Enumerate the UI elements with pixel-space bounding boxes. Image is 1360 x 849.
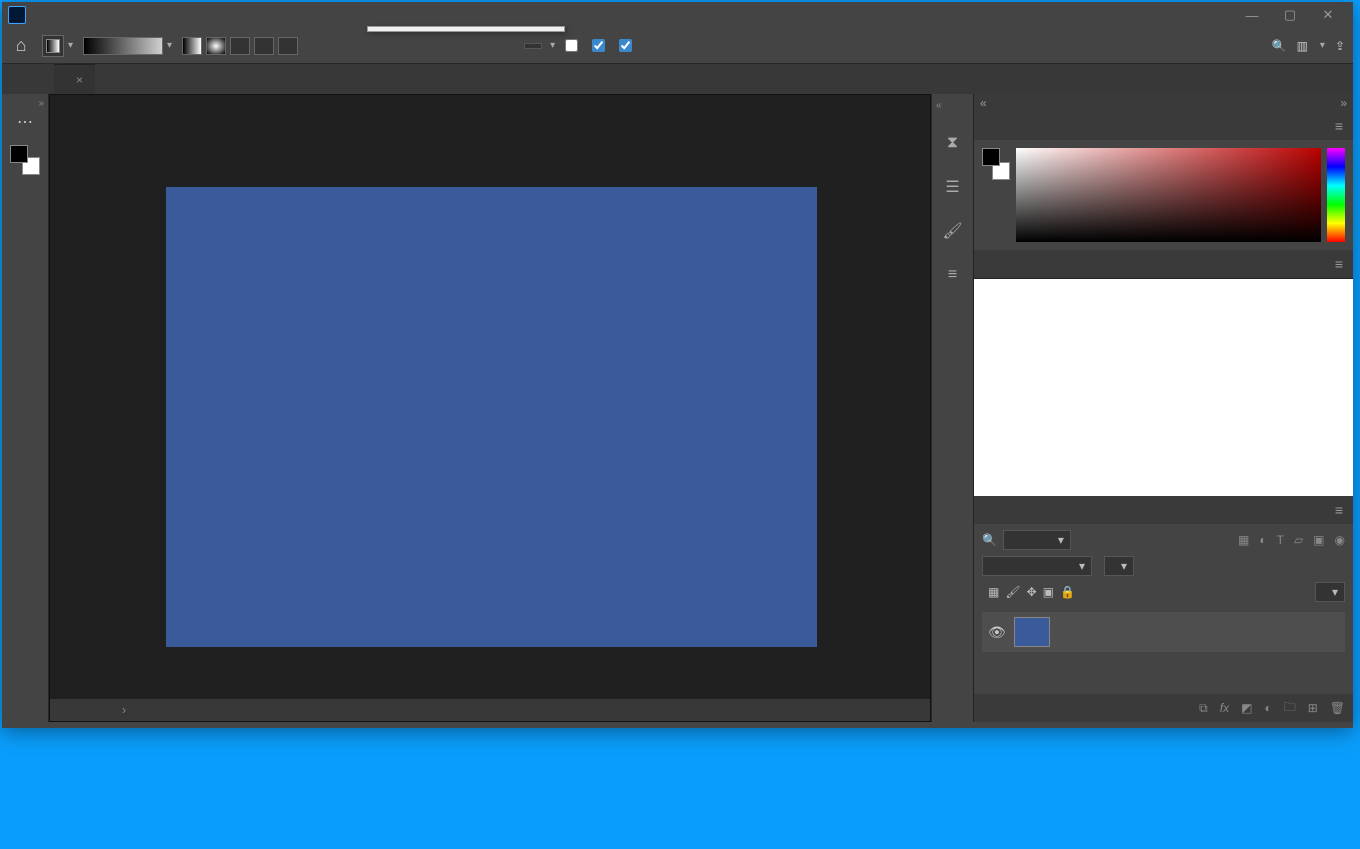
more-tools-icon[interactable]: ⋯ (8, 109, 42, 135)
layer-opacity[interactable]: ▾ (1104, 556, 1134, 576)
learn-panel-tabs: ≡ (974, 250, 1353, 278)
tools-toolbar: » ⋯ (2, 94, 49, 722)
search-icon[interactable]: 🔍 (1272, 39, 1287, 53)
chevron-right-icon[interactable]: › (122, 703, 126, 717)
panel-menu-icon[interactable]: ≡ (1329, 118, 1349, 134)
panel-fg-bg[interactable] (982, 148, 1010, 180)
learn-panel[interactable] (974, 278, 1353, 496)
hue-slider[interactable] (1327, 148, 1345, 242)
gradient-linear-icon[interactable] (182, 37, 202, 55)
gradient-reflected-icon[interactable] (254, 37, 274, 55)
fx-icon[interactable]: fx (1220, 701, 1229, 715)
chevron-down-icon[interactable]: ▾ (1320, 40, 1325, 51)
window-menu-dropdown (367, 26, 565, 32)
panel-menu-icon[interactable]: ≡ (1329, 256, 1349, 272)
trash-icon[interactable]: 🗑 (1330, 701, 1345, 715)
menu-bar: — ▢ ✕ (2, 2, 1353, 28)
lock-trans-icon[interactable]: ▦ (988, 585, 999, 599)
collapse-icon[interactable]: » (38, 98, 44, 109)
layer-fill[interactable]: ▾ (1315, 582, 1345, 602)
gradient-style-group (182, 37, 298, 55)
properties-icon[interactable]: ☰ (941, 175, 965, 199)
layer-thumbnail[interactable] (1014, 617, 1050, 647)
gradient-radial-icon[interactable] (206, 37, 226, 55)
brushes-icon[interactable]: 🖌 (941, 219, 965, 243)
lock-pos-icon[interactable]: ✥ (1027, 585, 1037, 599)
layers-footer: ⧉ fx ◩ ◐ 🗀 ⊞ 🗑 (974, 694, 1353, 722)
gradient-swatch[interactable] (42, 35, 64, 57)
transparency-checkbox[interactable] (619, 39, 636, 52)
mask-icon[interactable]: ◩ (1241, 701, 1252, 715)
gradient-angle-icon[interactable] (230, 37, 250, 55)
expand-icon[interactable]: » (1340, 96, 1347, 110)
home-icon[interactable]: ⌂ (10, 35, 32, 57)
adjustment-icon[interactable]: ◐ (1264, 701, 1271, 715)
gradient-picker[interactable] (83, 37, 163, 55)
panel-menu-icon[interactable]: ≡ (1329, 502, 1349, 518)
status-bar: › (50, 699, 930, 721)
fg-bg-color[interactable] (8, 143, 42, 177)
window-controls: — ▢ ✕ (1233, 5, 1347, 25)
maximize-button[interactable]: ▢ (1271, 5, 1309, 25)
filter-adjust-icon[interactable]: ◐ (1259, 533, 1266, 547)
close-button[interactable]: ✕ (1309, 5, 1347, 25)
close-icon[interactable]: × (76, 73, 83, 87)
app-icon[interactable] (8, 6, 26, 24)
collapse-icon[interactable]: « (936, 100, 942, 111)
filter-kind[interactable]: ▾ (1003, 530, 1071, 550)
opacity-control: ▾ (518, 40, 555, 51)
workspace-icon[interactable]: ▥ (1297, 39, 1308, 53)
lock-all-icon[interactable]: 🔒 (1060, 585, 1075, 599)
right-mini-dock: « ⧗ ☰ 🖌 ≡ (931, 94, 973, 722)
color-panel (974, 140, 1353, 250)
group-icon[interactable]: 🗀 (1284, 698, 1296, 719)
chevron-down-icon[interactable]: ▾ (68, 40, 73, 51)
history-icon[interactable]: ⧗ (941, 131, 965, 155)
color-field[interactable] (1016, 148, 1321, 242)
chevron-down-icon[interactable]: ▾ (550, 40, 555, 51)
options-bar: ⌂ ▾ ▾ ▾ 🔍 ▥ ▾ ⇪ (2, 28, 1353, 64)
filter-pixel-icon[interactable]: ▦ (1238, 533, 1249, 547)
filter-smart-icon[interactable]: ▣ (1313, 533, 1324, 547)
right-panels: «» ≡ ≡ ≡ 🔍 ▾ (973, 94, 1353, 722)
document-tab[interactable]: × (54, 64, 95, 94)
document-tab-bar: × (2, 64, 1353, 94)
lock-artboard-icon[interactable]: ▣ (1043, 585, 1054, 599)
dither-checkbox[interactable] (592, 39, 609, 52)
layer-row[interactable]: 👁 (982, 612, 1345, 652)
filter-toggle-icon[interactable]: ◉ (1335, 533, 1345, 547)
collapse-icon[interactable]: « (980, 96, 987, 110)
layers-panel: 🔍 ▾ ▦ ◐ T ▱ ▣ ◉ ▾ (974, 524, 1353, 722)
blend-mode[interactable]: ▾ (982, 556, 1092, 576)
canvas[interactable] (166, 187, 817, 647)
new-layer-icon[interactable]: ⊞ (1308, 701, 1318, 715)
reverse-checkbox[interactable] (565, 39, 582, 52)
gradient-diamond-icon[interactable] (278, 37, 298, 55)
visibility-icon[interactable]: 👁 (988, 624, 1006, 641)
layer-list: 👁 (974, 608, 1353, 694)
link-icon[interactable]: ⧉ (1199, 701, 1208, 716)
minimize-button[interactable]: — (1233, 5, 1271, 25)
canvas-area[interactable]: › (49, 94, 931, 722)
presets-icon[interactable]: ≡ (941, 263, 965, 287)
lock-paint-icon[interactable]: 🖌 (1005, 585, 1020, 599)
layers-panel-tabs: ≡ (974, 496, 1353, 524)
filter-shape-icon[interactable]: ▱ (1294, 533, 1303, 547)
opacity-value[interactable] (524, 43, 542, 49)
color-panel-tabs: ≡ (974, 112, 1353, 140)
app-window: — ▢ ✕ ⌂ ▾ ▾ ▾ 🔍 ▥ (2, 2, 1353, 728)
share-icon[interactable]: ⇪ (1335, 39, 1345, 53)
filter-type-icon[interactable]: T (1277, 533, 1284, 547)
chevron-down-icon[interactable]: ▾ (167, 40, 172, 51)
